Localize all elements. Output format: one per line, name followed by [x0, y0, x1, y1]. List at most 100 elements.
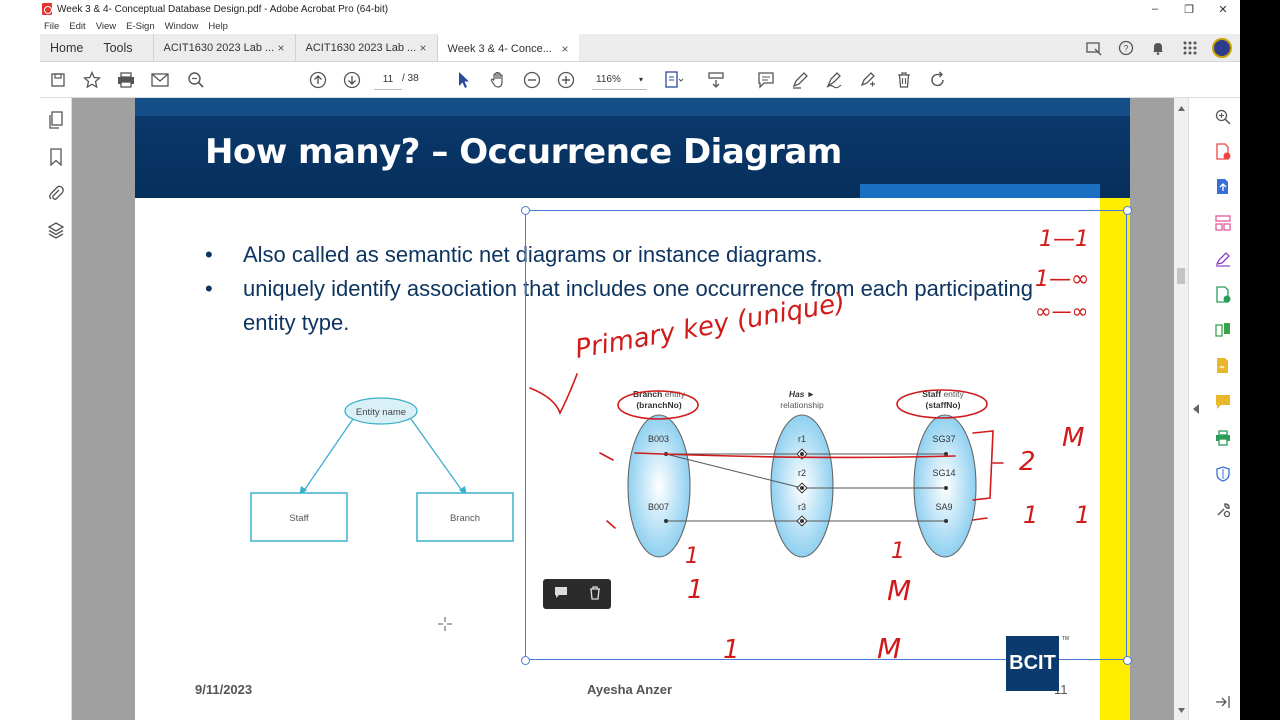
rotate-icon[interactable]: [926, 68, 950, 92]
add-comment-icon[interactable]: [554, 586, 568, 603]
print-icon[interactable]: [114, 68, 138, 92]
menu-window[interactable]: Window: [165, 21, 199, 32]
header-stripe: [135, 98, 1130, 116]
vertical-scrollbar[interactable]: [1174, 98, 1188, 720]
next-page-icon[interactable]: [340, 68, 364, 92]
pdf-page: How many? – Occurrence Diagram Also call…: [135, 98, 1132, 720]
close-tab-button[interactable]: ×: [562, 42, 569, 56]
comment-icon[interactable]: [754, 68, 778, 92]
tab-tools[interactable]: Tools: [93, 34, 142, 61]
resize-handle-top-left[interactable]: [521, 206, 530, 215]
scroll-up-icon[interactable]: [1178, 106, 1185, 111]
help-icon[interactable]: ?: [1116, 38, 1136, 58]
entity-name-label: Entity name: [356, 407, 406, 418]
document-viewport[interactable]: How many? – Occurrence Diagram Also call…: [72, 98, 1174, 720]
acrobat-window: Week 3 & 4- Conceptual Database Design.p…: [0, 0, 1280, 720]
hand-tool-icon[interactable]: [486, 68, 510, 92]
delete-annotation-icon[interactable]: [589, 585, 601, 603]
close-tab-button[interactable]: ×: [420, 41, 427, 55]
fill-sign-icon[interactable]: [1213, 249, 1233, 269]
tab-home[interactable]: Home: [40, 34, 93, 61]
zoom-level-value: 116%: [596, 74, 621, 85]
acrobat-app-icon: [42, 3, 52, 15]
edit-pdf-icon[interactable]: [856, 68, 880, 92]
document-tab-label: ACIT1630 2023 Lab ...: [163, 41, 275, 54]
bcit-logo-text: BCIT: [1009, 652, 1056, 674]
title-bar: Week 3 & 4- Conceptual Database Design.p…: [0, 0, 1240, 18]
er-diagram: Entity name Staff Branch: [250, 397, 514, 542]
highlight-pen-icon[interactable]: [788, 68, 812, 92]
footer-date: 9/11/2023: [195, 682, 253, 697]
bcit-logo-tm: TM: [1061, 636, 1069, 642]
share-screen-icon[interactable]: [1084, 38, 1104, 58]
select-cursor-icon[interactable]: [452, 68, 476, 92]
page-thumbnails-icon[interactable]: [46, 110, 66, 130]
collapse-right-pane-icon[interactable]: [1193, 404, 1199, 414]
search-icon[interactable]: [184, 68, 208, 92]
staff-entity-label: Staff: [289, 513, 309, 524]
edit-pdf-tool-icon[interactable]: [1213, 285, 1233, 305]
draw-freeform-icon[interactable]: [822, 68, 846, 92]
zoom-in-icon[interactable]: [554, 68, 578, 92]
scroll-thumb[interactable]: [1177, 268, 1185, 284]
annotation-popup-toolbar: [543, 579, 611, 609]
header-accent-block: [860, 184, 1100, 198]
slide-header-band: How many? – Occurrence Diagram: [135, 98, 1130, 198]
zoom-level-dropdown[interactable]: 116% ▾: [592, 70, 647, 90]
previous-page-icon[interactable]: [306, 68, 330, 92]
resize-handle-bottom-right[interactable]: [1123, 656, 1132, 665]
document-tab[interactable]: ACIT1630 2023 Lab ... ×: [294, 34, 437, 61]
bookmark-star-icon[interactable]: [80, 68, 104, 92]
annotation-selection-box[interactable]: [525, 210, 1127, 660]
menu-esign[interactable]: E-Sign: [126, 21, 155, 32]
menu-help[interactable]: Help: [208, 21, 228, 32]
er-link-left: [302, 418, 354, 493]
scroll-mode-icon[interactable]: [704, 68, 728, 92]
screen-edge-strip: [1240, 0, 1280, 720]
menu-bar: File Edit View E-Sign Window Help: [0, 18, 1240, 34]
menu-view[interactable]: View: [96, 21, 116, 32]
zoom-search-icon[interactable]: [1213, 107, 1233, 127]
apps-grid-icon[interactable]: [1180, 38, 1200, 58]
restore-button[interactable]: ❐: [1172, 0, 1206, 18]
menu-file[interactable]: File: [44, 21, 59, 32]
svg-text:?: ?: [1123, 44, 1128, 54]
document-tab-active[interactable]: Week 3 & 4- Conce... ×: [436, 34, 579, 61]
account-tools: ?: [1084, 38, 1232, 58]
close-tab-button[interactable]: ×: [278, 41, 285, 55]
scroll-down-icon[interactable]: [1178, 708, 1185, 713]
bookmarks-icon[interactable]: [46, 147, 66, 167]
left-navigation-pane: [40, 98, 72, 720]
protect-shield-icon[interactable]: [1213, 464, 1233, 484]
page-number-input[interactable]: 11: [374, 70, 402, 90]
resize-handle-bottom-left[interactable]: [521, 656, 530, 665]
email-icon[interactable]: [148, 68, 172, 92]
organize-pages-icon[interactable]: [1213, 213, 1233, 233]
main-toolbar: 11 / 38 116% ▾: [40, 62, 1240, 98]
print-production-icon[interactable]: [1213, 428, 1233, 448]
layers-icon[interactable]: [46, 220, 66, 240]
document-tab[interactable]: ACIT1630 2023 Lab ... ×: [152, 34, 295, 61]
branch-entity-label: Branch: [450, 513, 480, 524]
attachments-paperclip-icon[interactable]: [46, 183, 66, 203]
er-link-right: [410, 418, 464, 493]
compare-files-icon[interactable]: [1213, 320, 1233, 340]
footer-author: Ayesha Anzer: [587, 682, 673, 697]
close-window-button[interactable]: ✕: [1206, 0, 1240, 18]
comment-tool-icon[interactable]: [1213, 392, 1233, 412]
expand-panel-icon[interactable]: [1213, 692, 1233, 712]
more-tools-icon[interactable]: [1213, 500, 1233, 520]
minimize-button[interactable]: –: [1138, 0, 1172, 18]
page-fit-icon[interactable]: [662, 68, 686, 92]
request-signature-icon[interactable]: [1213, 356, 1233, 376]
export-pdf-icon[interactable]: [1213, 142, 1233, 162]
save-icon[interactable]: [46, 68, 70, 92]
document-tab-label: Week 3 & 4- Conce...: [447, 42, 552, 55]
notification-bell-icon[interactable]: [1148, 38, 1168, 58]
user-avatar[interactable]: [1212, 38, 1232, 58]
menu-edit[interactable]: Edit: [69, 21, 85, 32]
resize-handle-top-right[interactable]: [1123, 206, 1132, 215]
create-pdf-icon[interactable]: [1213, 177, 1233, 197]
delete-trash-icon[interactable]: [892, 68, 916, 92]
zoom-out-icon[interactable]: [520, 68, 544, 92]
